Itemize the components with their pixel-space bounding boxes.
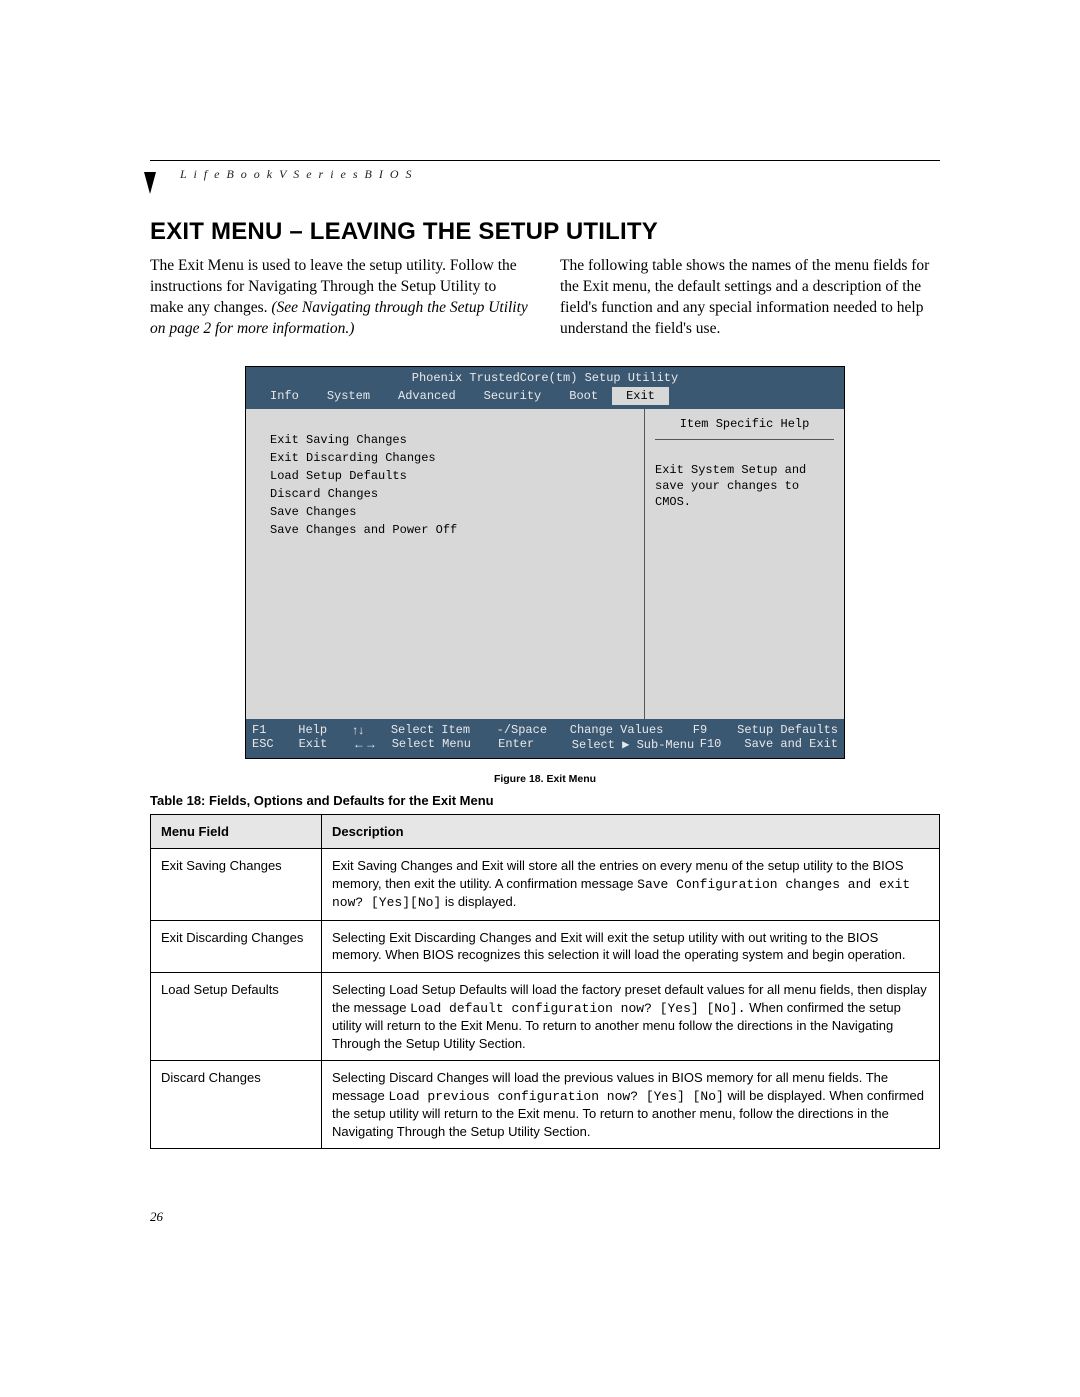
intro-left: The Exit Menu is used to leave the setup… — [150, 256, 530, 340]
key-leftright-label: Select Menu — [392, 737, 492, 752]
key-updown-icon: ↑↓ — [352, 723, 385, 737]
key-space-label: Change Values — [570, 723, 687, 737]
key-updown-label: Select Item — [391, 723, 491, 737]
cell-menu-field: Load Setup Defaults — [151, 972, 322, 1060]
key-f1-label: Help — [298, 723, 346, 737]
cell-menu-field: Exit Saving Changes — [151, 849, 322, 921]
bios-setup-screenshot: Phoenix TrustedCore(tm) Setup Utility In… — [245, 366, 845, 759]
table-row: Load Setup DefaultsSelecting Load Setup … — [151, 972, 940, 1060]
tab-boot[interactable]: Boot — [555, 387, 612, 405]
cell-description: Exit Saving Changes and Exit will store … — [322, 849, 940, 921]
key-esc: ESC — [252, 737, 293, 752]
key-f10-label: Save and Exit — [744, 737, 838, 752]
key-enter: Enter — [498, 737, 566, 752]
fields-table: Menu Field Description Exit Saving Chang… — [150, 814, 940, 1150]
key-enter-label: Select ▶ Sub-Menu — [572, 737, 694, 752]
menu-item[interactable]: Exit Saving Changes — [270, 431, 644, 449]
cell-description: Selecting Load Setup Defaults will load … — [322, 972, 940, 1060]
bios-tab-bar: Info System Advanced Security Boot Exit — [246, 387, 844, 409]
menu-item[interactable]: Save Changes and Power Off — [270, 521, 644, 539]
th-menu-field: Menu Field — [151, 814, 322, 849]
help-panel-text: Exit System Setup and save your changes … — [655, 439, 834, 511]
cell-menu-field: Discard Changes — [151, 1061, 322, 1149]
key-esc-label: Exit — [299, 737, 347, 752]
bios-menu-list: Exit Saving Changes Exit Discarding Chan… — [246, 409, 644, 719]
header-pointer-icon — [144, 172, 156, 194]
table-row: Exit Discarding ChangesSelecting Exit Di… — [151, 920, 940, 972]
menu-item[interactable]: Save Changes — [270, 503, 644, 521]
menu-item[interactable]: Discard Changes — [270, 485, 644, 503]
cell-menu-field: Exit Discarding Changes — [151, 920, 322, 972]
intro-columns: The Exit Menu is used to leave the setup… — [150, 256, 940, 340]
page-number: 26 — [150, 1209, 940, 1225]
th-description: Description — [322, 814, 940, 849]
figure-caption: Figure 18. Exit Menu — [150, 773, 940, 785]
key-leftright-icon: ←→ — [353, 737, 386, 752]
key-f9: F9 — [693, 723, 731, 737]
tab-info[interactable]: Info — [256, 387, 313, 405]
table-caption: Table 18: Fields, Options and Defaults f… — [150, 793, 940, 808]
tab-exit[interactable]: Exit — [612, 387, 669, 405]
page-title: EXIT MENU – LEAVING THE SETUP UTILITY — [150, 218, 940, 246]
tab-security[interactable]: Security — [470, 387, 556, 405]
key-f10: F10 — [700, 737, 739, 752]
table-row: Discard ChangesSelecting Discard Changes… — [151, 1061, 940, 1149]
cell-description: Selecting Exit Discarding Changes and Ex… — [322, 920, 940, 972]
cell-description: Selecting Discard Changes will load the … — [322, 1061, 940, 1149]
help-panel-title: Item Specific Help — [655, 417, 834, 439]
table-row: Exit Saving ChangesExit Saving Changes a… — [151, 849, 940, 921]
intro-right: The following table shows the names of t… — [560, 256, 940, 340]
key-space: -/Space — [497, 723, 564, 737]
tab-advanced[interactable]: Advanced — [384, 387, 470, 405]
menu-item[interactable]: Load Setup Defaults — [270, 467, 644, 485]
bios-footer-keys: F1 Help ↑↓ Select Item -/Space Change Va… — [246, 719, 844, 758]
key-f1: F1 — [252, 723, 292, 737]
tab-system[interactable]: System — [313, 387, 384, 405]
key-f9-label: Setup Defaults — [737, 723, 838, 737]
menu-item[interactable]: Exit Discarding Changes — [270, 449, 644, 467]
bios-title: Phoenix TrustedCore(tm) Setup Utility — [246, 367, 844, 387]
running-header: L i f e B o o k V S e r i e s B I O S — [180, 167, 940, 182]
